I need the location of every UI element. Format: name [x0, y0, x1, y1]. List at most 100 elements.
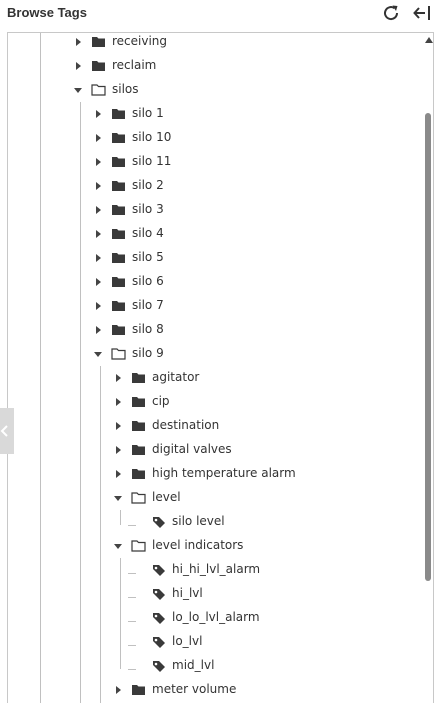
caret-down-icon[interactable] — [112, 486, 126, 510]
tree-folder-item[interactable]: receiving — [8, 32, 418, 54]
tree-item-label: meter volume — [152, 682, 237, 696]
tree-item-label: destination — [152, 418, 220, 432]
tag-icon — [153, 517, 165, 528]
caret-right-icon[interactable] — [92, 126, 106, 150]
tree-guide-line — [80, 102, 81, 703]
tree-folder-item[interactable]: silo 8 — [8, 318, 418, 342]
folder-icon — [132, 421, 145, 431]
tree-item-label: level indicators — [152, 538, 244, 552]
tag-icon — [153, 661, 165, 672]
caret-right-icon[interactable] — [112, 414, 126, 438]
caret-right-icon[interactable] — [92, 222, 106, 246]
tree-item-label: level — [152, 490, 181, 504]
tree-folder-item[interactable]: silo 4 — [8, 222, 418, 246]
tree-item-label: reclaim — [112, 58, 157, 72]
tree-item-label: silos — [112, 82, 139, 96]
scrollbar-thumb[interactable] — [425, 113, 431, 581]
tree-item-label: silo 7 — [132, 298, 164, 312]
folder-icon — [92, 37, 105, 47]
chevron-left-icon — [0, 425, 8, 437]
tree-tag-item[interactable]: hi_lvl — [8, 582, 418, 606]
tree-folder-item[interactable]: destination — [8, 414, 418, 438]
folder-icon — [112, 181, 125, 191]
caret-right-icon[interactable] — [112, 366, 126, 390]
tree-folder-item[interactable]: silo 1 — [8, 102, 418, 126]
tree-tag-item[interactable]: hi_hi_lvl_alarm — [8, 558, 418, 582]
folder-icon — [112, 229, 125, 239]
caret-right-icon[interactable] — [92, 318, 106, 342]
tree-tag-item[interactable]: lo_lvl — [8, 630, 418, 654]
tree-folder-item[interactable]: meter volume — [8, 678, 418, 702]
caret-right-icon[interactable] — [92, 102, 106, 126]
tree-folder-item[interactable]: silo 2 — [8, 174, 418, 198]
caret-right-icon[interactable] — [92, 246, 106, 270]
folder-icon — [112, 253, 125, 263]
tree-item-label: silo level — [172, 514, 225, 528]
folder-icon — [132, 373, 145, 383]
panel-title: Browse Tags — [7, 5, 87, 20]
tree-folder-item[interactable]: level indicators — [8, 534, 418, 558]
caret-right-icon[interactable] — [92, 198, 106, 222]
tree-tag-item[interactable]: silo level — [8, 510, 418, 534]
tree-item-label: silo 3 — [132, 202, 164, 216]
vertical-scrollbar[interactable] — [423, 33, 433, 703]
caret-right-icon[interactable] — [92, 294, 106, 318]
tag-tree: receiving reclaim silos silo 1 silo 10 silo 1… — [7, 32, 434, 703]
tree-item-label: lo_lvl — [172, 634, 203, 648]
tree-guide-line — [120, 558, 121, 669]
tree-item-label: high temperature alarm — [152, 466, 296, 480]
tag-icon — [153, 565, 165, 576]
caret-right-icon[interactable] — [112, 678, 126, 702]
tree-folder-item[interactable]: silo 6 — [8, 270, 418, 294]
folder-open-icon — [131, 492, 146, 504]
tree-folder-item[interactable]: silo 9 — [8, 342, 418, 366]
caret-right-icon[interactable] — [92, 150, 106, 174]
tree-folder-item[interactable]: reclaim — [8, 54, 418, 78]
folder-icon — [112, 133, 125, 143]
tag-icon — [153, 589, 165, 600]
tree-folder-item[interactable]: silo 11 — [8, 150, 418, 174]
caret-right-icon[interactable] — [112, 390, 126, 414]
tree-folder-item[interactable]: digital valves — [8, 438, 418, 462]
tree-item-label: silo 5 — [132, 250, 164, 264]
tree-item-label: silo 6 — [132, 274, 164, 288]
caret-down-icon[interactable] — [112, 534, 126, 558]
side-expand-tab[interactable] — [0, 408, 14, 454]
tree-tag-item[interactable]: mid_lvl — [8, 654, 418, 678]
tree-item-label: silo 2 — [132, 178, 164, 192]
tree-folder-item[interactable]: cip — [8, 390, 418, 414]
tree-folder-item[interactable]: silo 10 — [8, 126, 418, 150]
tree-folder-item[interactable]: silo 3 — [8, 198, 418, 222]
folder-icon — [132, 445, 145, 455]
folder-icon — [132, 685, 145, 695]
tree-item-label: lo_lo_lvl_alarm — [172, 610, 260, 624]
caret-right-icon[interactable] — [92, 270, 106, 294]
tree-item-label: silo 11 — [132, 154, 172, 168]
folder-icon — [112, 109, 125, 119]
tree-folder-item[interactable]: level — [8, 486, 418, 510]
tree-folder-item[interactable]: silo 7 — [8, 294, 418, 318]
caret-right-icon[interactable] — [112, 462, 126, 486]
folder-icon — [112, 301, 125, 311]
folder-icon — [132, 469, 145, 479]
refresh-icon[interactable] — [380, 2, 402, 24]
tree-item-label: silo 1 — [132, 106, 164, 120]
tree-folder-item[interactable]: agitator — [8, 366, 418, 390]
folder-icon — [112, 157, 125, 167]
tree-folder-item[interactable]: silos — [8, 78, 418, 102]
caret-right-icon[interactable] — [72, 32, 86, 54]
caret-right-icon[interactable] — [112, 438, 126, 462]
tree-item-label: silo 10 — [132, 130, 172, 144]
tree-tag-item[interactable]: lo_lo_lvl_alarm — [8, 606, 418, 630]
caret-right-icon[interactable] — [92, 174, 106, 198]
folder-open-icon — [131, 540, 146, 552]
tree-folder-item[interactable]: high temperature alarm — [8, 462, 418, 486]
caret-down-icon[interactable] — [92, 342, 106, 366]
caret-right-icon[interactable] — [72, 54, 86, 78]
tree-item-label: silo 9 — [132, 346, 164, 360]
folder-open-icon — [111, 348, 126, 360]
caret-down-icon[interactable] — [72, 78, 86, 102]
collapse-panel-icon[interactable] — [411, 2, 433, 24]
scroll-up-icon[interactable] — [425, 37, 433, 43]
tree-folder-item[interactable]: silo 5 — [8, 246, 418, 270]
